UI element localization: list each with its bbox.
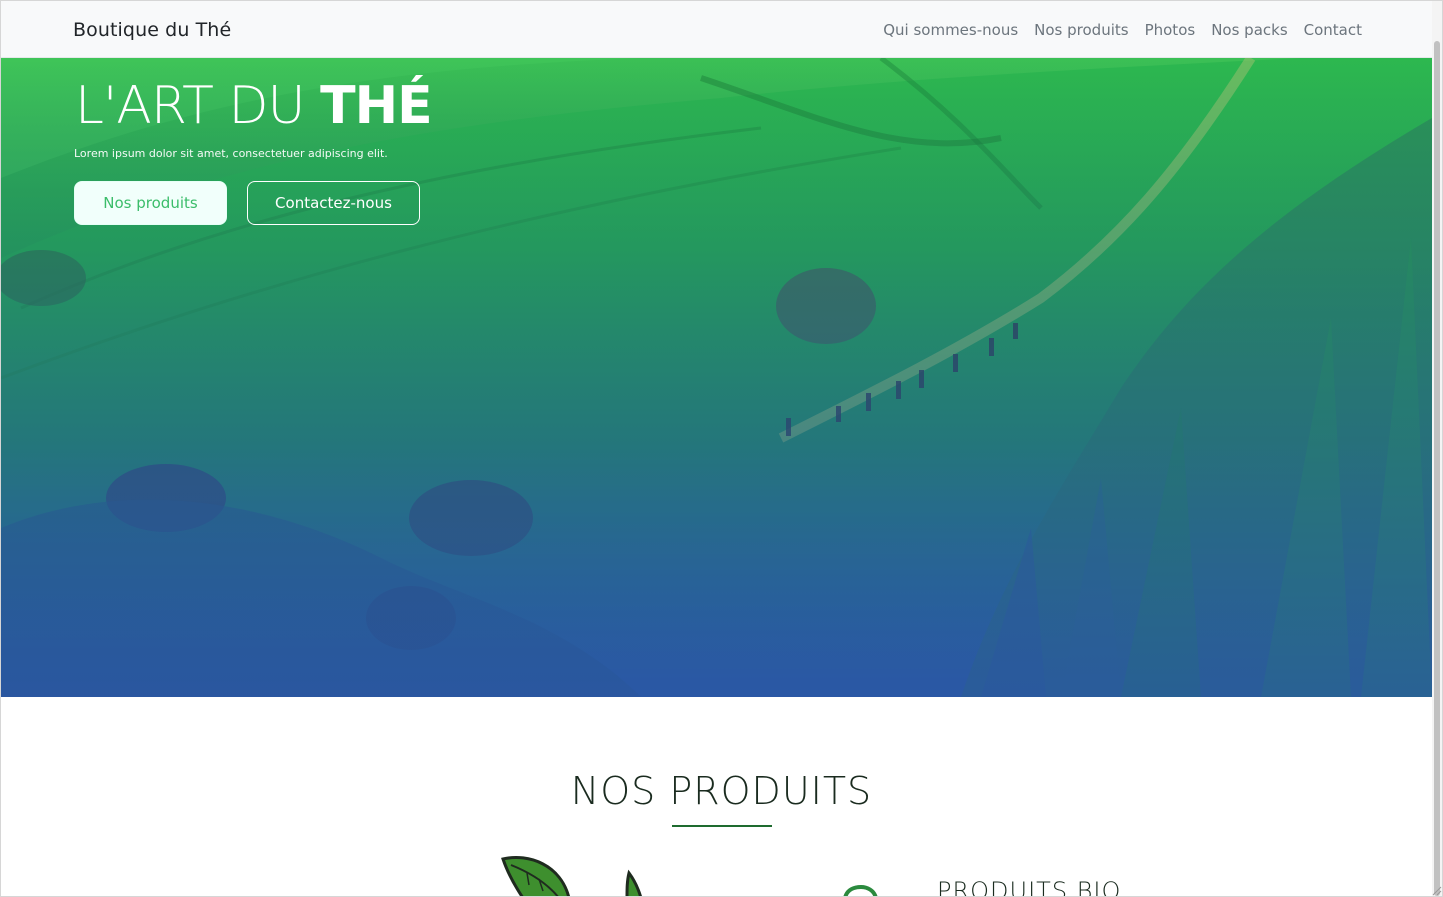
resize-grip-icon [1432,886,1442,896]
hero-title-light: L'ART DU [75,76,306,136]
section-title-underline [672,825,772,827]
navbar: Boutique du Thé Qui sommes-nous Nos prod… [1,1,1442,58]
nav-link-nos-packs[interactable]: Nos packs [1211,21,1287,39]
nav-link-qui-sommes-nous[interactable]: Qui sommes-nous [883,21,1018,39]
brand-link[interactable]: Boutique du Thé [73,19,231,41]
hero-title: L'ART DU THÉ [75,76,433,136]
bio-leaf-icon [843,885,878,896]
browser-viewport: Boutique du Thé Qui sommes-nous Nos prod… [0,0,1443,897]
section-title-produits: NOS PRODUITS [570,769,873,813]
tea-leaves-illustration [501,856,642,896]
contactez-nous-button[interactable]: Contactez-nous [247,181,420,225]
nav-link-contact[interactable]: Contact [1304,21,1362,39]
feature-title-produits-bio: PRODUITS BIO [937,877,1122,897]
hero-subtitle: Lorem ipsum dolor sit amet, consectetuer… [74,147,388,160]
scrollbar-thumb[interactable] [1434,41,1440,896]
hero-banner: L'ART DU THÉ Lorem ipsum dolor sit amet,… [1,58,1432,697]
nav-links: Qui sommes-nous Nos produits Photos Nos … [883,21,1362,39]
nav-link-photos[interactable]: Photos [1145,21,1196,39]
nav-link-nos-produits[interactable]: Nos produits [1034,21,1128,39]
hero-title-bold: THÉ [320,76,433,136]
page-scrollbar[interactable] [1432,1,1442,896]
nos-produits-button[interactable]: Nos produits [74,181,227,225]
